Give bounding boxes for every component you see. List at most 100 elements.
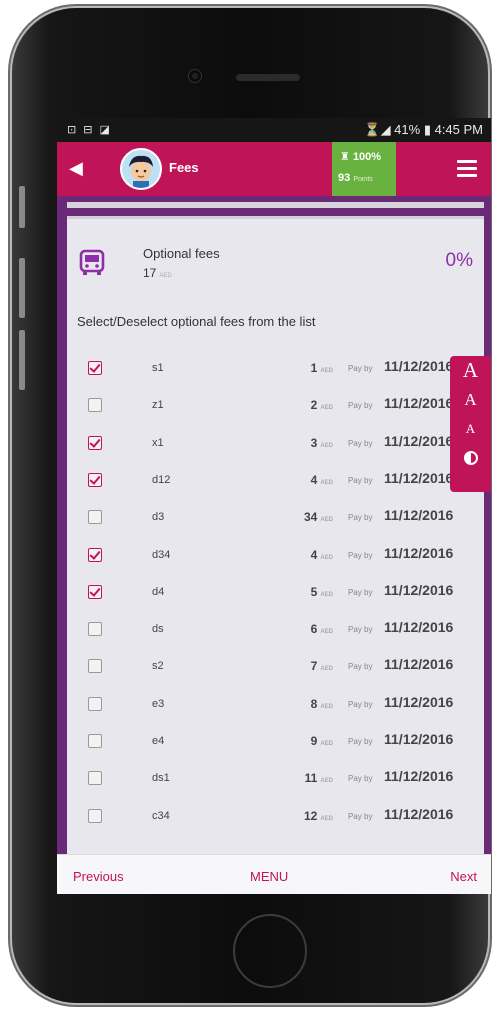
fee-due-date: 11/12/2016 (384, 432, 454, 449)
optional-fees-percentage: 0% (445, 250, 473, 271)
fee-name: s2 (152, 660, 164, 673)
fee-name: d12 (152, 473, 171, 486)
fee-amount: 1 AED (310, 361, 333, 375)
fee-amount: 4 AED (310, 547, 333, 562)
optional-fees-label: Optional fees (143, 246, 220, 261)
fee-due-date: 11/12/2016 (384, 619, 454, 636)
fee-name: ds1 (152, 772, 170, 785)
fee-due-date: 11/12/2016 (384, 395, 454, 412)
back-arrow-icon[interactable]: ◀ (69, 158, 83, 179)
fee-name: d34 (152, 548, 171, 561)
fee-name: d4 (152, 585, 165, 598)
fee-checkbox[interactable] (88, 435, 102, 450)
contrast-toggle[interactable] (450, 443, 491, 472)
fee-amount: 2 AED (310, 398, 333, 413)
optional-fees-summary: Optional fees 17 AED 0% (77, 242, 477, 292)
font-large-button[interactable]: A (450, 356, 491, 385)
fee-amount: 7 AED (310, 659, 333, 674)
bus-icon (79, 249, 105, 275)
fee-row[interactable]: d34 4 AED Pay by 11/12/2016 (57, 537, 491, 574)
fee-checkbox[interactable] (88, 734, 102, 748)
optional-fees-total: 17 AED (143, 266, 172, 280)
avatar[interactable] (120, 148, 162, 190)
pay-by-label: Pay by (348, 774, 373, 784)
fee-checkbox[interactable] (88, 808, 102, 823)
pay-by-label: Pay by (348, 625, 373, 635)
fee-checkbox[interactable] (88, 510, 102, 525)
fee-row[interactable]: d3 34 AED Pay by 11/12/2016 (57, 499, 491, 536)
fee-due-date: 11/12/2016 (384, 544, 454, 561)
earpiece-speaker (236, 74, 300, 81)
pay-by-label: Pay by (348, 587, 373, 597)
pay-by-label: Pay by (348, 438, 373, 448)
fee-row[interactable]: e4 9 AED Pay by 11/12/2016 (57, 723, 491, 760)
bottom-nav: Previous MENU Next (57, 854, 491, 894)
pay-by-label: Pay by (348, 401, 373, 411)
fee-row[interactable]: ds1 11 AED Pay by 11/12/2016 (57, 760, 491, 797)
fee-amount: 5 AED (310, 584, 333, 599)
fee-checkbox[interactable] (88, 361, 102, 375)
phone-frame: ⊡ ⊟ ◪ ⏳◢ 41% ▮ 4:45 PM ◀ Fees ♜ 100% 93 … (12, 8, 491, 1003)
fee-amount: 11 AED (304, 771, 333, 786)
page-title: Fees (169, 160, 199, 175)
pay-by-label: Pay by (348, 364, 373, 373)
fee-due-date: 11/12/2016 (384, 656, 454, 673)
menu-button[interactable]: MENU (250, 869, 288, 884)
hamburger-icon[interactable] (457, 160, 477, 181)
next-button[interactable]: Next (450, 869, 477, 884)
fee-row[interactable]: d4 5 AED Pay by 11/12/2016 (57, 574, 491, 611)
fee-checkbox[interactable] (88, 696, 102, 711)
fee-row[interactable]: s2 7 AED Pay by 11/12/2016 (57, 648, 491, 685)
fee-row[interactable]: c34 12 AED Pay by 11/12/2016 (57, 798, 491, 835)
fee-amount: 3 AED (310, 435, 333, 450)
fee-amount: 9 AED (310, 734, 333, 748)
fee-row[interactable]: z1 2 AED Pay by 11/12/2016 (57, 387, 491, 424)
fee-checkbox[interactable] (88, 771, 102, 786)
fee-row[interactable]: x1 3 AED Pay by 11/12/2016 (57, 425, 491, 462)
front-camera (189, 70, 201, 82)
pay-by-label: Pay by (348, 550, 373, 560)
pay-by-label: Pay by (348, 662, 373, 672)
status-bar: ⊡ ⊟ ◪ ⏳◢ 41% ▮ 4:45 PM (57, 118, 491, 142)
fee-checkbox[interactable] (88, 659, 102, 674)
status-right-info: ⏳◢ 41% ▮ 4:45 PM (364, 122, 483, 137)
fee-name: ds (152, 623, 164, 636)
fee-checkbox[interactable] (88, 584, 102, 599)
progress-percent: ♜ 100% (340, 151, 382, 163)
status-left-icons: ⊡ ⊟ ◪ (67, 124, 112, 136)
section-divider (67, 202, 484, 208)
fee-checkbox[interactable] (88, 398, 102, 413)
fee-name: z1 (152, 399, 164, 412)
fee-amount: 8 AED (310, 696, 333, 711)
fee-due-date: 11/12/2016 (384, 581, 454, 598)
fee-checkbox[interactable] (88, 622, 102, 637)
font-small-button[interactable]: A (450, 414, 491, 443)
pay-by-label: Pay by (348, 513, 373, 523)
fee-due-date: 11/12/2016 (384, 805, 454, 822)
pay-by-label: Pay by (348, 737, 373, 746)
app-screen: ⊡ ⊟ ◪ ⏳◢ 41% ▮ 4:45 PM ◀ Fees ♜ 100% 93 … (57, 118, 491, 894)
fee-name: c34 (152, 809, 170, 822)
fee-row[interactable]: e3 8 AED Pay by 11/12/2016 (57, 686, 491, 723)
mute-switch (19, 186, 25, 228)
pay-by-label: Pay by (348, 811, 373, 821)
home-button[interactable] (233, 914, 307, 988)
fee-name: e4 (152, 735, 165, 747)
fee-due-date: 11/12/2016 (384, 358, 454, 374)
fee-name: e3 (152, 697, 165, 710)
contrast-icon (463, 451, 478, 466)
fee-checkbox[interactable] (88, 547, 102, 562)
volume-up-button (19, 258, 25, 318)
instruction-text: Select/Deselect optional fees from the l… (77, 314, 316, 329)
fee-due-date: 11/12/2016 (384, 731, 454, 747)
volume-down-button (19, 330, 25, 390)
fee-checkbox[interactable] (88, 472, 102, 487)
previous-button[interactable]: Previous (73, 869, 124, 884)
fee-row[interactable]: s1 1 AED Pay by 11/12/2016 (57, 350, 491, 387)
app-bar: ◀ Fees ♜ 100% 93 Points (57, 142, 491, 196)
font-medium-button[interactable]: A (450, 385, 491, 414)
trophy-icon: ♜ (340, 151, 350, 163)
fee-row[interactable]: d12 4 AED Pay by 11/12/2016 (57, 462, 491, 499)
fee-row[interactable]: ds 6 AED Pay by 11/12/2016 (57, 611, 491, 648)
fee-amount: 4 AED (310, 472, 333, 487)
